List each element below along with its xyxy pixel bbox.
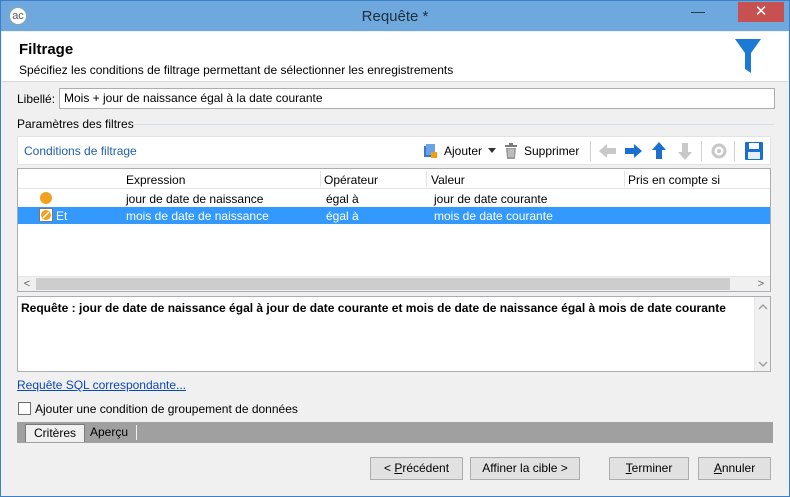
libelle-input[interactable]: Mois + jour de naissance égal à la date … bbox=[59, 88, 775, 109]
tab-criteres[interactable]: Critères bbox=[25, 424, 86, 442]
tab-apercu[interactable]: Aperçu bbox=[82, 424, 136, 442]
grouping-checkbox-label[interactable]: Ajouter une condition de groupement de d… bbox=[35, 402, 298, 416]
cell-expression: jour de date de naissance bbox=[126, 192, 264, 206]
previous-button[interactable]: < Précédent bbox=[370, 457, 463, 480]
column-divider bbox=[426, 171, 427, 187]
tab-separator bbox=[136, 425, 137, 440]
horizontal-scrollbar[interactable]: < > bbox=[18, 276, 770, 291]
grouping-checkbox[interactable] bbox=[18, 402, 31, 415]
page-header: Filtrage Spécifiez les conditions de fil… bbox=[2, 32, 788, 82]
cell-operator: égal à bbox=[326, 209, 359, 223]
add-label: Ajouter bbox=[444, 144, 483, 158]
column-value[interactable]: Valeur bbox=[431, 173, 465, 187]
trash-icon bbox=[505, 143, 517, 159]
page-subtitle: Spécifiez les conditions de filtrage per… bbox=[19, 63, 454, 77]
condition-edit-icon bbox=[39, 208, 53, 222]
cell-operator: égal à bbox=[326, 192, 359, 206]
arrow-right-icon[interactable] bbox=[624, 143, 642, 159]
cell-value: jour de date courante bbox=[434, 192, 548, 206]
add-condition-icon bbox=[424, 144, 437, 158]
query-preview: Requête : jour de date de naissance égal… bbox=[17, 296, 771, 372]
scroll-up-icon[interactable] bbox=[755, 300, 771, 314]
delete-button[interactable]: Supprimer bbox=[504, 141, 579, 161]
minimize-button[interactable]: — bbox=[685, 4, 711, 23]
cell-expression: mois de date de naissance bbox=[126, 209, 269, 223]
page-title: Filtrage bbox=[19, 41, 74, 58]
table-row-selected[interactable]: Et mois de date de naissance égal à mois… bbox=[18, 207, 770, 224]
toolbar-separator bbox=[590, 141, 591, 161]
arrow-down-icon[interactable] bbox=[677, 142, 693, 160]
column-divider bbox=[320, 171, 321, 187]
query-text: Requête : jour de date de naissance égal… bbox=[21, 301, 726, 315]
save-icon[interactable] bbox=[745, 142, 763, 160]
scroll-right-icon[interactable]: > bbox=[753, 277, 769, 292]
cell-prefix: Et bbox=[56, 209, 68, 223]
params-group-label: Paramètres des filtres bbox=[17, 117, 134, 131]
refine-target-button[interactable]: Affiner la cible > bbox=[470, 457, 580, 480]
column-divider bbox=[624, 171, 625, 187]
scroll-down-icon[interactable] bbox=[755, 357, 771, 371]
conditions-title: Conditions de filtrage bbox=[24, 144, 137, 158]
dialog-window: ac Requête * — ✕ Filtrage Spécifiez les … bbox=[0, 0, 790, 497]
column-expression[interactable]: Expression bbox=[126, 173, 185, 187]
libelle-label: Libellé: bbox=[17, 92, 56, 106]
table-row[interactable]: jour de date de naissance égal à jour de… bbox=[18, 190, 770, 207]
tab-bar: Critères Aperçu bbox=[17, 422, 773, 443]
scrollbar-thumb[interactable] bbox=[36, 278, 730, 290]
vertical-scrollbar[interactable] bbox=[754, 297, 770, 371]
arrow-up-icon[interactable] bbox=[651, 142, 667, 160]
dropdown-arrow-icon[interactable] bbox=[488, 148, 497, 154]
sql-query-link[interactable]: Requête SQL correspondante... bbox=[17, 378, 186, 392]
toolbar-separator bbox=[701, 141, 702, 161]
group-divider bbox=[131, 124, 774, 125]
window-title: Requête * bbox=[361, 8, 429, 25]
arrow-left-icon[interactable] bbox=[599, 143, 617, 159]
column-operator[interactable]: Opérateur bbox=[324, 173, 378, 187]
delete-label: Supprimer bbox=[524, 144, 580, 158]
conditions-grid[interactable]: Expression Opérateur Valeur Pris en comp… bbox=[17, 168, 771, 292]
title-bar[interactable]: ac Requête * — ✕ bbox=[1, 1, 789, 31]
toolbar-separator bbox=[734, 141, 735, 161]
cancel-button[interactable]: Annuler bbox=[698, 457, 771, 480]
conditions-toolbar: Conditions de filtrage Ajouter Supprimer bbox=[17, 136, 771, 165]
cell-value: mois de date courante bbox=[434, 209, 553, 223]
funnel-icon bbox=[735, 39, 761, 73]
close-button[interactable]: ✕ bbox=[738, 2, 784, 22]
add-button[interactable]: Ajouter bbox=[422, 141, 497, 161]
column-condition[interactable]: Pris en compte si bbox=[628, 173, 720, 187]
refresh-icon[interactable] bbox=[710, 142, 728, 160]
condition-dot-icon bbox=[40, 192, 52, 204]
grid-header: Expression Opérateur Valeur Pris en comp… bbox=[18, 169, 770, 189]
finish-button[interactable]: Terminer bbox=[609, 457, 689, 480]
scroll-left-icon[interactable]: < bbox=[19, 277, 35, 292]
